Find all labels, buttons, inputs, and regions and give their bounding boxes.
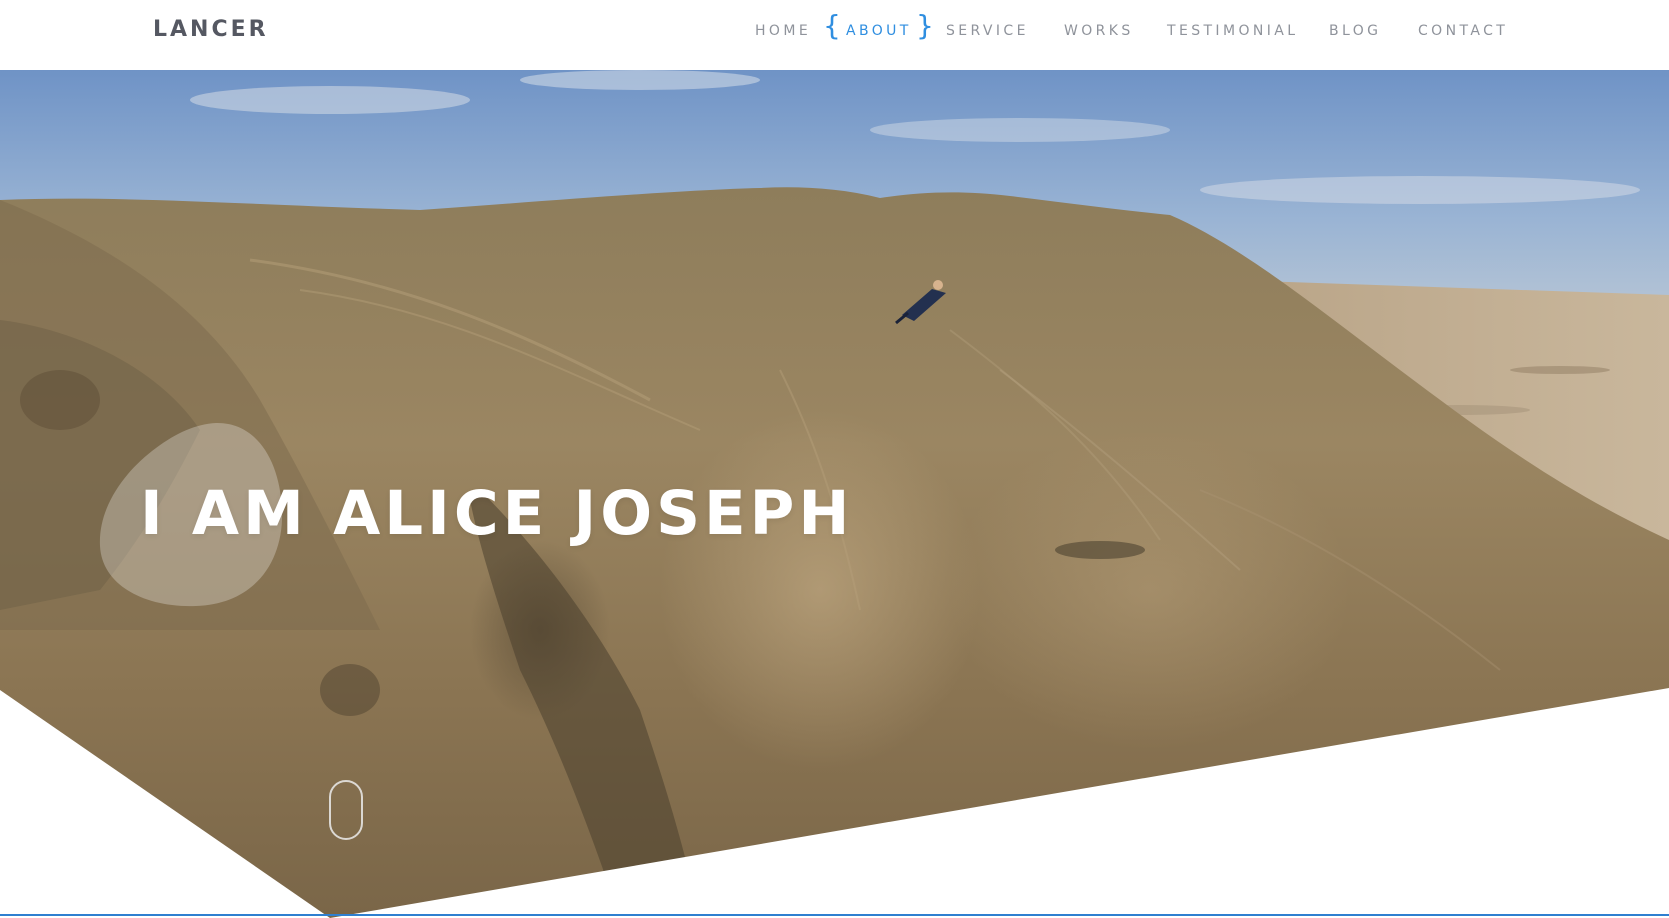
section-divider-line [0, 914, 1669, 916]
active-brace-right: } [916, 9, 934, 42]
nav-item-about[interactable]: ABOUT [846, 23, 912, 39]
mouse-scroll-icon[interactable] [329, 780, 363, 840]
hero-section: I AM ALICE JOSEPH [0, 70, 1669, 918]
nav-item-contact[interactable]: CONTACT [1418, 23, 1508, 39]
nav-item-testimonial[interactable]: TESTIMONIAL [1167, 23, 1298, 39]
main-nav: HOME { ABOUT } SERVICE WORKS TESTIMONIAL… [0, 0, 1669, 62]
nav-item-blog[interactable]: BLOG [1329, 23, 1381, 39]
nav-item-works[interactable]: WORKS [1064, 23, 1134, 39]
nav-item-service[interactable]: SERVICE [946, 23, 1029, 39]
active-brace-left: { [823, 9, 841, 42]
navbar: LANCER HOME { ABOUT } SERVICE WORKS TEST… [0, 0, 1669, 70]
hero-title: I AM ALICE JOSEPH [140, 478, 854, 549]
nav-item-home[interactable]: HOME [755, 23, 811, 39]
